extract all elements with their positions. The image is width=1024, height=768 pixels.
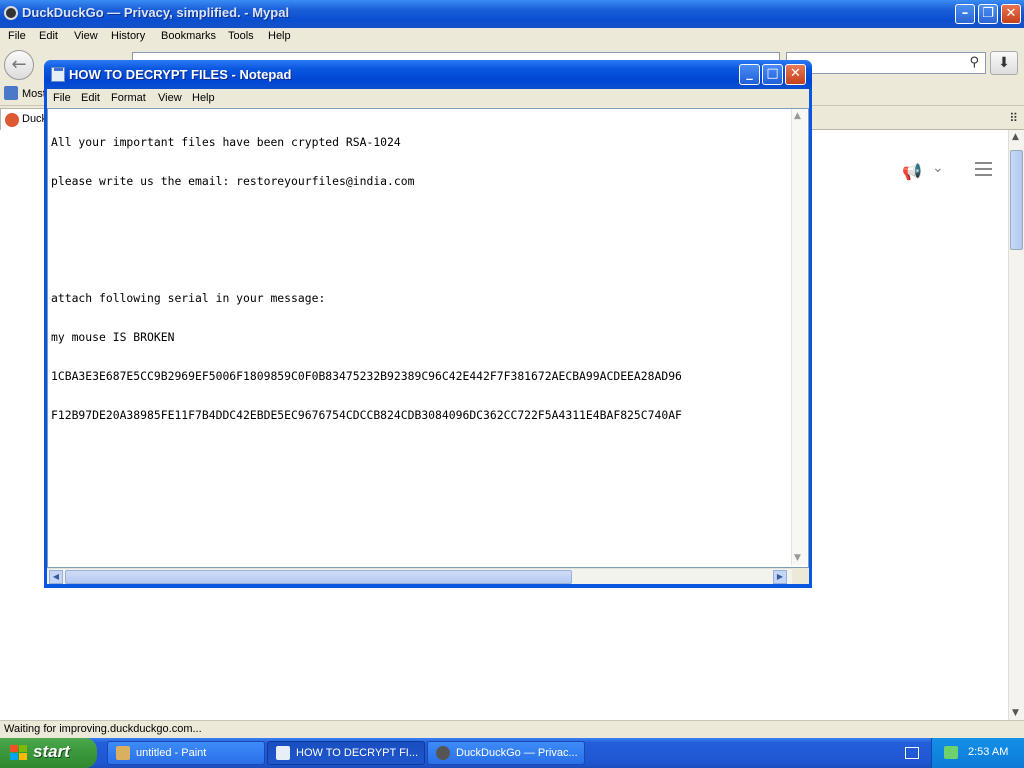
notepad-menu-view[interactable]: View: [158, 92, 182, 104]
notepad-minimize-button[interactable]: _: [739, 64, 760, 85]
browser-title: DuckDuckGo — Privacy, simplified. - Mypa…: [22, 5, 290, 20]
back-button[interactable]: ←: [4, 50, 34, 80]
scroll-down-icon[interactable]: ▼: [794, 553, 801, 563]
minimize-button[interactable]: –: [955, 4, 975, 24]
text-line: [51, 253, 682, 266]
notepad-menu-edit[interactable]: Edit: [81, 92, 100, 104]
hamburger-menu-icon[interactable]: [975, 162, 992, 176]
megaphone-icon[interactable]: 📢: [902, 162, 928, 181]
notepad-icon: [51, 67, 65, 82]
text-line: [51, 214, 682, 227]
notepad-maximize-button[interactable]: □: [762, 64, 783, 85]
search-input[interactable]: ⚲: [786, 52, 986, 74]
text-line: attach following serial in your message:: [51, 291, 326, 305]
notepad-menu-file[interactable]: File: [53, 92, 71, 104]
horizontal-scroll-thumb[interactable]: [65, 570, 572, 584]
text-line: 1CBA3E3E687E5CC9B2969EF5006F1809859C0F0B…: [51, 369, 682, 383]
scroll-thumb[interactable]: [1010, 150, 1023, 250]
menu-help[interactable]: Help: [268, 30, 291, 42]
close-button[interactable]: ✕: [1001, 4, 1021, 24]
notepad-menu-format[interactable]: Format: [111, 92, 146, 104]
bookmark-icon: [4, 86, 18, 100]
clock[interactable]: 2:53 AM: [968, 746, 1008, 758]
notepad-window: HOW TO DECRYPT FILES - Notepad _ □ ✕ Fil…: [44, 60, 812, 588]
menu-file[interactable]: File: [8, 30, 26, 42]
scroll-up-icon[interactable]: ▲: [794, 111, 801, 121]
taskbar-item-notepad[interactable]: HOW TO DECRYPT FI...: [267, 741, 425, 765]
tab-duckduckgo[interactable]: Duck: [0, 108, 48, 130]
text-line: All your important files have been crypt…: [51, 135, 401, 149]
menu-bookmarks[interactable]: Bookmarks: [161, 30, 216, 42]
text-line: F12B97DE20A38985FE11F7B4DDC42EBDE5EC9676…: [51, 408, 682, 422]
download-button[interactable]: ⬇: [990, 51, 1018, 75]
taskbar-item-paint[interactable]: untitled - Paint: [107, 741, 265, 765]
notepad-vertical-scrollbar[interactable]: ▲ ▼: [791, 109, 807, 565]
menu-history[interactable]: History: [111, 30, 145, 42]
windows-flag-icon: [10, 745, 28, 761]
scroll-left-icon[interactable]: ◀: [49, 570, 63, 584]
page-scrollbar[interactable]: ▲ ▼: [1008, 130, 1024, 720]
start-button[interactable]: start: [0, 738, 97, 768]
taskbar-item-mypal[interactable]: DuckDuckGo — Privac...: [427, 741, 585, 765]
notepad-menu-help[interactable]: Help: [192, 92, 215, 104]
bookmark-most-visited[interactable]: Most: [4, 86, 46, 100]
browser-menubar: File Edit View History Bookmarks Tools H…: [0, 28, 1024, 46]
mypal-icon: [4, 6, 18, 20]
status-text: Waiting for improving.duckduckgo.com...: [4, 723, 202, 735]
notepad-menubar: File Edit Format View Help: [47, 89, 809, 108]
search-icon[interactable]: ⚲: [969, 55, 979, 70]
notepad-titlebar[interactable]: HOW TO DECRYPT FILES - Notepad _ □ ✕: [44, 60, 812, 89]
chevron-down-icon[interactable]: ⌄: [932, 160, 944, 176]
network-icon[interactable]: [944, 746, 958, 759]
ransom-note-text: All your important files have been crypt…: [51, 110, 682, 448]
text-line: my mouse IS BROKEN: [51, 330, 175, 344]
scroll-down-icon[interactable]: ▼: [1012, 708, 1019, 718]
resize-grip[interactable]: [792, 568, 809, 584]
notepad-horizontal-scrollbar[interactable]: ◀ ▶: [47, 568, 792, 584]
menu-edit[interactable]: Edit: [39, 30, 58, 42]
notepad-close-button[interactable]: ✕: [785, 64, 806, 85]
status-bar: Waiting for improving.duckduckgo.com...: [0, 720, 1024, 738]
browser-titlebar[interactable]: DuckDuckGo — Privacy, simplified. - Mypa…: [0, 0, 1024, 28]
notepad-title: HOW TO DECRYPT FILES - Notepad: [69, 67, 292, 82]
notepad-icon: [276, 746, 290, 760]
system-tray: 2:53 AM: [931, 738, 1024, 768]
keyboard-icon[interactable]: [905, 747, 919, 759]
notepad-text-area[interactable]: All your important files have been crypt…: [47, 108, 809, 568]
text-line: please write us the email: restoreyourfi…: [51, 174, 415, 188]
restore-button[interactable]: ❐: [978, 4, 998, 24]
grid-icon[interactable]: ⠿: [1009, 111, 1018, 125]
mypal-icon: [436, 746, 450, 760]
menu-tools[interactable]: Tools: [228, 30, 254, 42]
duckduckgo-icon: [5, 113, 19, 127]
scroll-up-icon[interactable]: ▲: [1012, 132, 1019, 142]
paint-icon: [116, 746, 130, 760]
taskbar: start untitled - Paint HOW TO DECRYPT FI…: [0, 738, 1024, 768]
scroll-right-icon[interactable]: ▶: [773, 570, 787, 584]
menu-view[interactable]: View: [74, 30, 98, 42]
